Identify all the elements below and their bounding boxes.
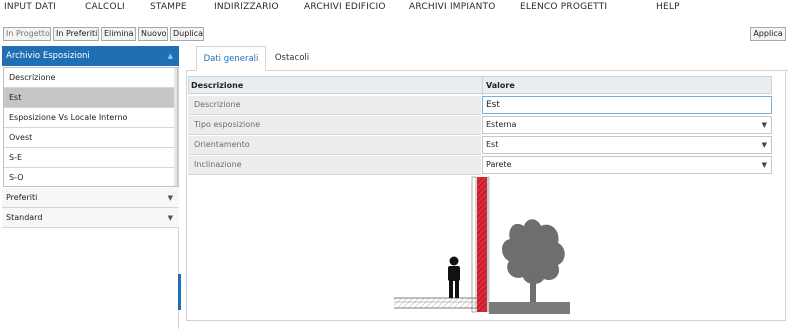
chevron-up-icon[interactable]: ▲ (168, 46, 173, 66)
in-preferiti-button[interactable]: In Preferiti (53, 27, 99, 41)
person-icon (448, 256, 460, 298)
menu-stampe[interactable]: STAMPE (150, 2, 187, 12)
menu-calcoli[interactable]: CALCOLI (85, 2, 125, 12)
list-item-ovest[interactable]: Ovest (4, 128, 177, 148)
menu-indirizzario[interactable]: INDIRIZZARIO (214, 2, 279, 12)
chevron-down-icon: ▼ (167, 214, 173, 222)
archivio-esposizioni-title: Archivio Esposizioni (6, 51, 90, 61)
duplica-button[interactable]: Duplica (170, 27, 204, 41)
list-scrollbar[interactable] (174, 68, 177, 186)
wall-section-icon (471, 176, 490, 313)
nuovo-button[interactable]: Nuovo (138, 27, 168, 41)
list-item-s-o[interactable]: S-O (4, 168, 177, 188)
standard-label: Standard (6, 213, 43, 222)
menu-input-dati[interactable]: INPUT DATI (4, 2, 56, 12)
exposure-diagram (394, 176, 570, 314)
menu-archivi-impianto[interactable]: ARCHIVI IMPIANTO (409, 2, 496, 12)
preferiti-section[interactable]: Preferiti ▼ (2, 188, 179, 208)
applica-button[interactable]: Applica (750, 27, 786, 41)
tab-bar: Dati generali Ostacoli (186, 46, 788, 71)
elimina-button[interactable]: Elimina (101, 27, 136, 41)
esposizioni-list[interactable]: Descrizione Est Esposizione Vs Locale In… (3, 67, 178, 187)
tab-dati-generali[interactable]: Dati generali (196, 46, 266, 71)
archivio-esposizioni-header[interactable]: Archivio Esposizioni ▲ (2, 46, 179, 66)
archive-sidebar: Archivio Esposizioni ▲ Descrizione Est E… (2, 46, 179, 329)
tree-icon (502, 219, 565, 302)
chevron-down-icon: ▼ (167, 194, 173, 202)
in-progetto-button[interactable]: In Progetto (3, 27, 51, 41)
splitter-handle[interactable] (178, 274, 181, 310)
menu-bar: INPUT DATI CALCOLI STAMPE INDIRIZZARIO A… (0, 0, 791, 17)
list-item-esposizione-vs-locale-interno[interactable]: Esposizione Vs Locale Interno (4, 108, 177, 128)
menu-help[interactable]: HELP (656, 2, 680, 12)
preferiti-label: Preferiti (6, 193, 38, 202)
ground-block (489, 302, 570, 314)
menu-elenco-progetti[interactable]: ELENCO PROGETTI (520, 2, 607, 12)
dati-generali-panel: Descrizione Valore Descrizione Est Tipo … (186, 71, 786, 321)
standard-section[interactable]: Standard ▼ (2, 208, 179, 228)
list-item-est[interactable]: Est (4, 88, 177, 108)
floor-section (394, 297, 477, 309)
tab-ostacoli[interactable]: Ostacoli (266, 46, 318, 71)
list-item-s-e[interactable]: S-E (4, 148, 177, 168)
list-item-descrizione[interactable]: Descrizione (4, 68, 177, 88)
menu-archivi-edificio[interactable]: ARCHIVI EDIFICIO (304, 2, 386, 12)
